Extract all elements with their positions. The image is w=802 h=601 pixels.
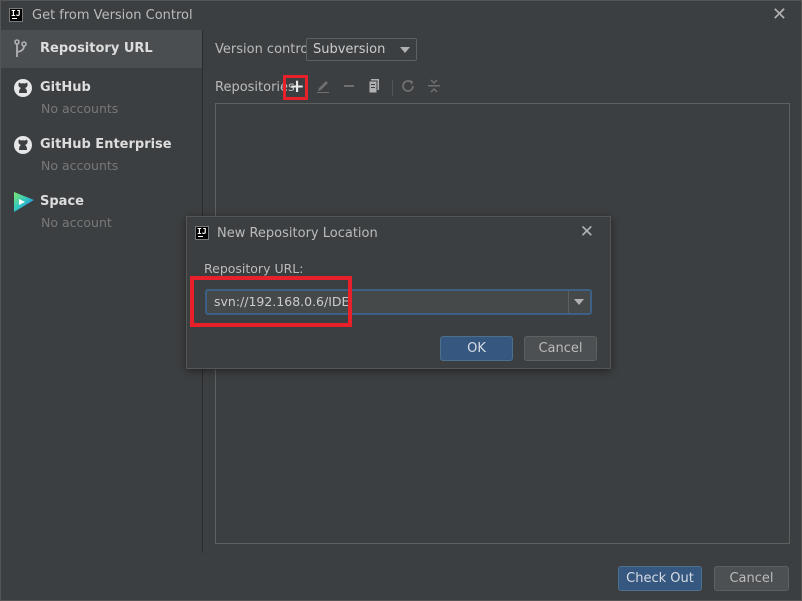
sidebar-item-sublabel: No accounts (41, 101, 119, 116)
close-icon[interactable]: ✕ (580, 222, 594, 242)
cancel-button[interactable]: Cancel (714, 566, 789, 591)
dialog-title: New Repository Location (217, 226, 378, 241)
sidebar-item-space[interactable]: Space No account (1, 189, 202, 241)
refresh-icon[interactable] (399, 78, 417, 96)
title-bar: IJ Get from Version Control ✕ (1, 1, 801, 29)
version-control-select[interactable]: Subversion (306, 38, 417, 61)
version-control-value: Subversion (313, 42, 386, 57)
branch-icon (13, 39, 27, 63)
close-icon[interactable]: ✕ (772, 5, 787, 25)
sidebar: Repository URL GitHub No accounts GitHub… (1, 30, 203, 553)
edit-icon[interactable] (314, 78, 332, 96)
intellij-app-icon: IJ (9, 8, 23, 22)
remove-icon[interactable] (340, 78, 358, 96)
sidebar-item-github[interactable]: GitHub No accounts (1, 75, 202, 127)
toolbar-separator (392, 80, 393, 96)
checkout-button[interactable]: Check Out (618, 566, 702, 591)
sidebar-item-label: Repository URL (40, 41, 153, 56)
copy-icon[interactable] (365, 78, 383, 96)
dialog-cancel-button[interactable]: Cancel (524, 336, 597, 361)
combo-divider (568, 291, 569, 313)
space-icon (13, 191, 35, 217)
sidebar-item-sublabel: No accounts (41, 158, 119, 173)
github-icon (13, 135, 33, 159)
sidebar-item-sublabel: No account (41, 215, 112, 230)
add-button-highlight (283, 75, 308, 100)
sidebar-item-repository-url[interactable]: Repository URL (1, 30, 202, 68)
new-repository-location-dialog: IJ New Repository Location ✕ Repository … (186, 216, 611, 369)
intellij-app-icon: IJ (195, 226, 209, 240)
repository-url-label: Repository URL: (204, 261, 304, 276)
github-icon (13, 78, 33, 102)
chevron-down-icon[interactable] (574, 299, 584, 305)
sidebar-item-label: GitHub (40, 80, 91, 95)
repository-url-input[interactable]: svn://192.168.0.6/IDE (205, 289, 592, 315)
version-control-label: Version control: (215, 42, 317, 57)
ok-button[interactable]: OK (440, 336, 513, 361)
window-title: Get from Version Control (32, 8, 193, 23)
chevron-down-icon (400, 47, 410, 53)
sidebar-item-label: Space (40, 194, 84, 209)
sidebar-item-github-enterprise[interactable]: GitHub Enterprise No accounts (1, 132, 202, 184)
repository-url-value[interactable]: svn://192.168.0.6/IDE (214, 294, 349, 309)
collapse-icon[interactable] (425, 78, 443, 96)
sidebar-item-label: GitHub Enterprise (40, 137, 172, 152)
